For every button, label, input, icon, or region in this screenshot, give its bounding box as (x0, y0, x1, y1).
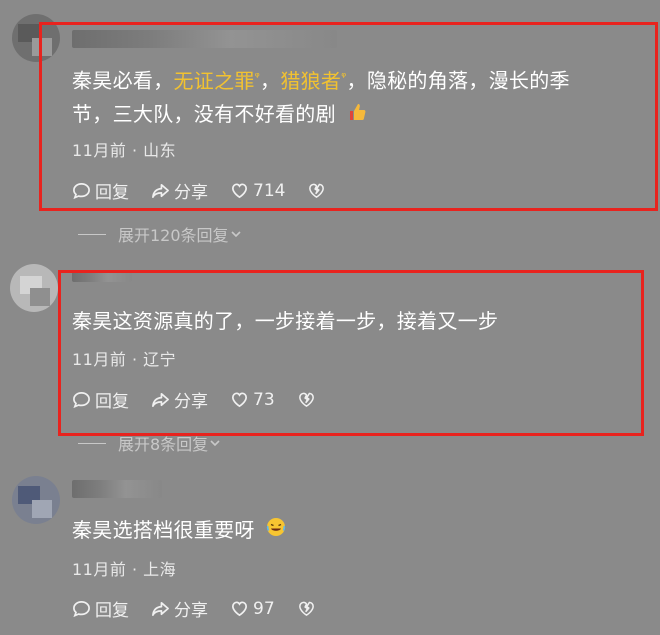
avatar[interactable] (10, 264, 58, 312)
like-count: 97 (253, 598, 275, 619)
comment-text: 秦昊选搭档很重要呀 (72, 514, 287, 548)
reply-button[interactable]: 回复 (72, 596, 129, 621)
avatar[interactable] (12, 476, 60, 524)
heart-icon (231, 601, 248, 617)
chevron-down-icon (230, 231, 241, 238)
laughing-crying-emoji-icon (265, 515, 287, 548)
annotation-box-1 (39, 22, 658, 211)
share-button[interactable]: 分享 (151, 596, 208, 621)
comment-meta: 11月前 · 上海 (72, 560, 177, 579)
share-icon (152, 601, 169, 617)
comment-actions: 回复 分享 97 (72, 596, 342, 621)
like-button[interactable]: 97 (230, 599, 275, 619)
dislike-button[interactable] (297, 599, 320, 618)
divider (78, 442, 106, 444)
broken-heart-icon (298, 601, 314, 616)
username-blurred[interactable] (72, 480, 162, 498)
annotation-box-2 (58, 270, 644, 436)
expand-replies-button[interactable]: 展开120条回复 (78, 222, 243, 246)
chevron-down-icon (210, 440, 220, 447)
reply-icon (73, 600, 90, 618)
divider (78, 233, 106, 235)
